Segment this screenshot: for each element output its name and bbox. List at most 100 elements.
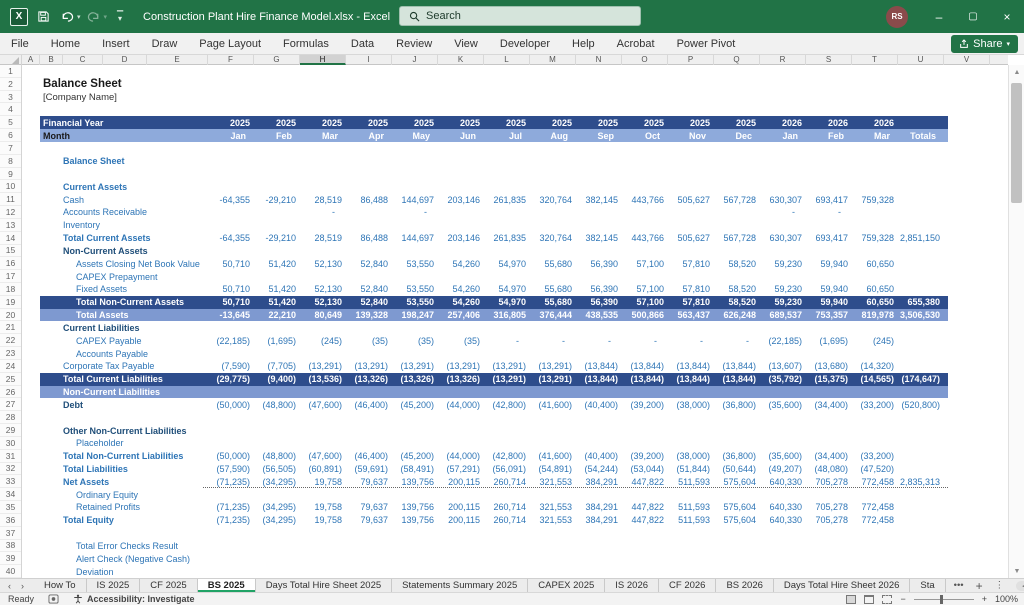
grid-cell[interactable]: 2025 bbox=[300, 116, 346, 129]
grid-cell[interactable]: 28,519 bbox=[300, 193, 346, 206]
row-label[interactable]: Retained Profits bbox=[76, 501, 140, 514]
page-layout-view-icon[interactable] bbox=[864, 595, 874, 604]
row-number[interactable]: 7 bbox=[0, 142, 21, 155]
grid-cell[interactable]: 52,130 bbox=[300, 296, 346, 309]
grid-cell[interactable]: (245) bbox=[300, 334, 346, 347]
grid-cell[interactable]: 203,146 bbox=[438, 193, 484, 206]
grid-cell[interactable]: (44,000) bbox=[438, 450, 484, 463]
grid-cell[interactable]: 52,840 bbox=[346, 283, 392, 296]
grid-cell[interactable]: 54,970 bbox=[484, 296, 530, 309]
grid-cell[interactable]: 2025 bbox=[530, 116, 576, 129]
grid-cell[interactable]: (35) bbox=[346, 334, 392, 347]
grid-cell[interactable]: -13,645 bbox=[208, 309, 254, 322]
grid-cell[interactable]: 2,851,150 bbox=[898, 232, 944, 245]
grid-cell[interactable]: 382,145 bbox=[576, 232, 622, 245]
grid-cell[interactable]: (13,291) bbox=[300, 360, 346, 373]
grid-cell[interactable]: (42,800) bbox=[484, 450, 530, 463]
grid-cell[interactable]: (34,400) bbox=[806, 398, 852, 411]
zoom-in-icon[interactable]: + bbox=[982, 594, 987, 604]
grid-cell[interactable]: (40,400) bbox=[576, 450, 622, 463]
grid-cell[interactable]: (13,291) bbox=[392, 360, 438, 373]
column-header-O[interactable]: O bbox=[622, 55, 668, 65]
grid-cell[interactable]: - bbox=[760, 206, 806, 219]
grid-cell[interactable]: 705,278 bbox=[806, 475, 852, 488]
row-label[interactable]: Alert Check (Negative Cash) bbox=[76, 552, 190, 565]
grid-cell[interactable]: - bbox=[714, 334, 760, 347]
grid-cell[interactable]: (38,000) bbox=[668, 398, 714, 411]
grid-cell[interactable]: (71,235) bbox=[208, 501, 254, 514]
column-header-E[interactable]: E bbox=[147, 55, 208, 65]
grid-cell[interactable]: (57,291) bbox=[438, 463, 484, 476]
grid-cell[interactable]: (71,235) bbox=[208, 514, 254, 527]
grid-cell[interactable]: - bbox=[484, 334, 530, 347]
grid-cell[interactable]: 630,307 bbox=[760, 232, 806, 245]
grid-cell[interactable]: 51,420 bbox=[254, 257, 300, 270]
grid-cell[interactable]: (34,295) bbox=[254, 514, 300, 527]
grid-cell[interactable]: (33,200) bbox=[852, 450, 898, 463]
grid-cell[interactable]: 2025 bbox=[208, 116, 254, 129]
grid-cell[interactable]: 59,230 bbox=[760, 283, 806, 296]
row-number[interactable]: 20 bbox=[0, 309, 21, 322]
row-number[interactable]: 35 bbox=[0, 501, 21, 514]
grid-cell[interactable]: 57,810 bbox=[668, 283, 714, 296]
grid-cell[interactable]: 53,550 bbox=[392, 283, 438, 296]
row-label[interactable]: Balance Sheet bbox=[63, 155, 125, 168]
row-label[interactable]: Balance Sheet bbox=[43, 78, 122, 91]
excel-app-icon[interactable]: X bbox=[8, 6, 30, 28]
grid-cell[interactable]: 505,627 bbox=[668, 193, 714, 206]
grid-cell[interactable]: (41,600) bbox=[530, 450, 576, 463]
grid-cell[interactable]: (35,792) bbox=[760, 373, 806, 386]
grid-cell[interactable]: 260,714 bbox=[484, 501, 530, 514]
grid-cell[interactable]: - bbox=[668, 334, 714, 347]
grid-cell[interactable]: 511,593 bbox=[668, 514, 714, 527]
grid-cell[interactable]: 819,978 bbox=[852, 309, 898, 322]
row-label[interactable]: Current Assets bbox=[63, 180, 127, 193]
sheet-tab-is-2025[interactable]: IS 2025 bbox=[87, 579, 141, 592]
sheet-tab-cf-2026[interactable]: CF 2026 bbox=[659, 579, 716, 592]
row-label[interactable]: Debt bbox=[63, 398, 83, 411]
grid-cell[interactable]: (13,291) bbox=[484, 373, 530, 386]
column-header-H[interactable]: H bbox=[300, 55, 346, 65]
grid-cell[interactable]: (53,044) bbox=[622, 463, 668, 476]
column-header-F[interactable]: F bbox=[208, 55, 254, 65]
grid-cell[interactable]: (35) bbox=[438, 334, 484, 347]
row-number[interactable]: 15 bbox=[0, 245, 21, 258]
grid-cell[interactable]: 56,390 bbox=[576, 296, 622, 309]
grid-cell[interactable]: 52,130 bbox=[300, 283, 346, 296]
grid-cell[interactable]: (13,607) bbox=[760, 360, 806, 373]
grid-cell[interactable]: 54,260 bbox=[438, 257, 484, 270]
ribbon-tab-formulas[interactable]: Formulas bbox=[272, 33, 340, 55]
grid-cell[interactable]: (13,536) bbox=[300, 373, 346, 386]
grid-cell[interactable]: (42,800) bbox=[484, 398, 530, 411]
grid-cell[interactable]: 563,437 bbox=[668, 309, 714, 322]
grid-cell[interactable]: 693,417 bbox=[806, 232, 852, 245]
grid-cell[interactable]: 139,756 bbox=[392, 514, 438, 527]
grid-cell[interactable]: (520,800) bbox=[898, 398, 944, 411]
grid-cell[interactable]: (56,091) bbox=[484, 463, 530, 476]
grid-cell[interactable]: 772,458 bbox=[852, 475, 898, 488]
grid-cell[interactable]: Feb bbox=[806, 129, 852, 142]
grid-cell[interactable]: 200,115 bbox=[438, 475, 484, 488]
grid-cell[interactable]: 79,637 bbox=[346, 501, 392, 514]
undo-dropdown-icon[interactable]: ▾ bbox=[77, 13, 81, 21]
grid-cell[interactable]: (13,326) bbox=[392, 373, 438, 386]
grid-cell[interactable]: 3,506,530 bbox=[898, 309, 944, 322]
grid-cell[interactable]: 575,604 bbox=[714, 514, 760, 527]
grid-cell[interactable]: 2025 bbox=[484, 116, 530, 129]
grid-cell[interactable]: 200,115 bbox=[438, 514, 484, 527]
select-all-corner[interactable] bbox=[0, 55, 22, 65]
row-number[interactable]: 21 bbox=[0, 322, 21, 335]
grid-cell[interactable]: (34,295) bbox=[254, 501, 300, 514]
row-number[interactable]: 28 bbox=[0, 411, 21, 424]
grid-cell[interactable]: (13,291) bbox=[438, 360, 484, 373]
grid-cell[interactable]: 2026 bbox=[806, 116, 852, 129]
grid-cell[interactable]: 2025 bbox=[576, 116, 622, 129]
row-label[interactable]: Inventory bbox=[63, 219, 100, 232]
grid-cell[interactable]: 59,230 bbox=[760, 296, 806, 309]
row-label[interactable]: Total Current Liabilities bbox=[63, 373, 163, 386]
column-header-G[interactable]: G bbox=[254, 55, 300, 65]
grid-cell[interactable]: 382,145 bbox=[576, 193, 622, 206]
column-header-L[interactable]: L bbox=[484, 55, 530, 65]
grid-cell[interactable]: (1,695) bbox=[806, 334, 852, 347]
row-number[interactable]: 31 bbox=[0, 450, 21, 463]
